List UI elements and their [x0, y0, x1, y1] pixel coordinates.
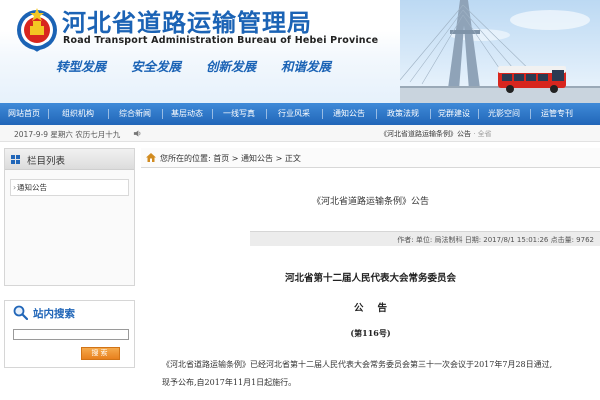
- site-banner: 河北省道路运输管理局 Road Transport Administration…: [0, 0, 600, 103]
- nav-item-news[interactable]: 综合新闻: [108, 103, 162, 125]
- bridge-and-bus-illustration: [400, 0, 600, 103]
- nav-item-grassroots[interactable]: 基层动态: [162, 103, 212, 125]
- breadcrumb-bar: 您所在的位置: 首页 > 通知公告 > 正文: [141, 148, 600, 168]
- article-body-line-1: 《河北省道路运输条例》已经河北省第十二届人民代表大会常务委员会第三十一次会议于2…: [162, 360, 553, 369]
- site-search-input[interactable]: [13, 329, 129, 340]
- current-date: 2017-9-9 星期六 农历七月十九: [14, 130, 121, 139]
- ticker-item[interactable]: 《河北省道路运输条例》公告: [380, 130, 471, 138]
- column-list-panel: 栏目列表 通知公告: [4, 148, 135, 286]
- nav-item-industry[interactable]: 行业风采: [266, 103, 322, 125]
- site-title: 河北省道路运输管理局: [62, 8, 312, 37]
- date-bar: 2017-9-9 星期六 农历七月十九 《河北省道路运输条例》公告 · 全省: [0, 125, 600, 142]
- page: 河北省道路运输管理局 Road Transport Administration…: [0, 0, 600, 400]
- site-subtitle: Road Transport Administration Bureau of …: [63, 35, 379, 46]
- ticker-more[interactable]: · 全省: [473, 130, 491, 138]
- issuing-committee: 河北省第十二届人民代表大会常务委员会: [284, 273, 456, 284]
- slogan-safety: 安全发展: [131, 59, 182, 74]
- slogan-innovation: 创新发展: [206, 59, 257, 74]
- magnifier-icon: [13, 305, 28, 320]
- site-search-title: 站内搜索: [33, 308, 75, 320]
- nav-item-gallery[interactable]: 光影空间: [478, 103, 530, 125]
- article-body-line-2: 现予公布,自2017年11月1日起施行。: [162, 378, 297, 387]
- column-list: 通知公告: [10, 179, 129, 196]
- nav-item-policy[interactable]: 政策法规: [376, 103, 430, 125]
- grid-icon: [11, 155, 20, 164]
- road-transport-emblem-icon: [17, 8, 57, 52]
- slogan-transform: 转型发展: [56, 59, 107, 74]
- nav-item-home[interactable]: 网站首页: [0, 103, 48, 125]
- nav-item-journal[interactable]: 运管专刊: [530, 103, 584, 125]
- nav-item-notices[interactable]: 通知公告: [322, 103, 376, 125]
- document-number: (第116号): [350, 328, 391, 338]
- article-meta-bar: 作者: 单位: 局法制科 日期: 2017/8/1 15:01:26 点击量: …: [250, 231, 600, 246]
- slogan-row: 转型发展 安全发展 创新发展 和谐发展: [56, 56, 331, 75]
- search-button[interactable]: 搜索: [81, 347, 120, 360]
- home-icon: [146, 153, 156, 162]
- article-title: 《河北省道路运输条例》公告: [311, 197, 429, 207]
- article-meta: 作者: 单位: 局法制科 日期: 2017/8/1 15:01:26 点击量: …: [397, 236, 594, 244]
- slogan-harmony: 和谐发展: [281, 59, 332, 74]
- site-search-panel: 站内搜索 搜索: [4, 300, 135, 368]
- announcement-heading: 公告: [353, 303, 401, 314]
- nav-item-party[interactable]: 党群建设: [430, 103, 478, 125]
- site-search-header: 站内搜索: [5, 301, 134, 323]
- breadcrumb: 您所在的位置: 首页 > 通知公告 > 正文: [160, 154, 301, 163]
- column-item-notices[interactable]: 通知公告: [11, 180, 128, 195]
- column-list-header: 栏目列表: [5, 149, 134, 170]
- column-list-title: 栏目列表: [27, 156, 66, 167]
- nav-item-photos[interactable]: 一线写真: [212, 103, 266, 125]
- main-nav: 网站首页 组织机构 综合新闻 基层动态 一线写真 行业风采 通知公告 政策法规 …: [0, 103, 600, 125]
- nav-item-organization[interactable]: 组织机构: [48, 103, 108, 125]
- news-ticker[interactable]: 《河北省道路运输条例》公告 · 全省: [380, 129, 492, 139]
- speaker-icon: [133, 130, 141, 137]
